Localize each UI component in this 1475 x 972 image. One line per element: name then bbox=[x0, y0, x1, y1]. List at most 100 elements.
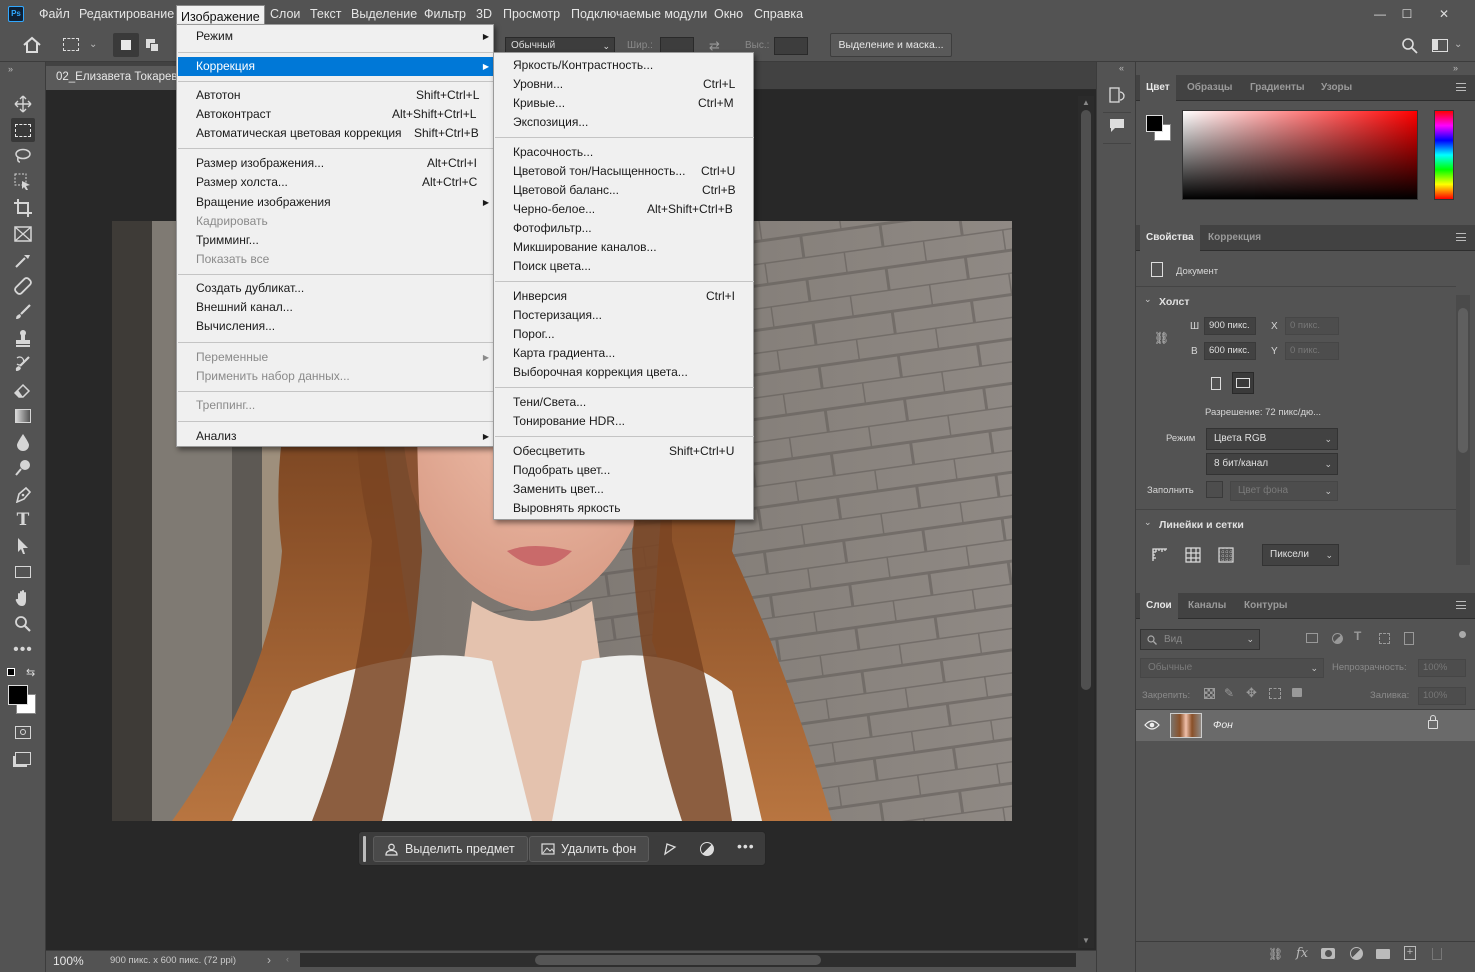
menu-item-crop[interactable]: Кадрировать bbox=[178, 212, 494, 231]
fill-color-swatch[interactable] bbox=[1206, 481, 1223, 498]
menu-edit[interactable]: Редактирование bbox=[74, 0, 179, 29]
brush-tool-icon[interactable] bbox=[11, 300, 35, 324]
portrait-orientation-icon[interactable] bbox=[1205, 372, 1227, 394]
hue-slider[interactable] bbox=[1434, 110, 1454, 200]
landscape-orientation-icon[interactable] bbox=[1232, 372, 1254, 394]
workspace-chevron-icon[interactable]: ⌄ bbox=[1454, 39, 1462, 50]
menu-item-apply-image[interactable]: Внешний канал... bbox=[178, 298, 494, 317]
add-mask-icon[interactable] bbox=[1321, 948, 1335, 959]
healing-brush-tool-icon[interactable] bbox=[11, 274, 35, 298]
menu-item-hue-saturation[interactable]: Цветовой тон/Насыщенность... Ctrl+U bbox=[495, 162, 754, 181]
scroll-left-icon[interactable]: ‹ bbox=[286, 954, 289, 964]
scroll-up-icon[interactable]: ▲ bbox=[1082, 98, 1090, 107]
menu-help[interactable]: Справка bbox=[749, 0, 808, 29]
lock-transparency-icon[interactable] bbox=[1204, 688, 1215, 699]
tab-paths[interactable]: Контуры bbox=[1238, 593, 1293, 619]
menu-item-vibrance[interactable]: Красочность... bbox=[495, 143, 754, 162]
menu-item-color-lookup[interactable]: Поиск цвета... bbox=[495, 257, 754, 276]
color-mode-select[interactable]: Цвета RGB ⌄ bbox=[1206, 428, 1338, 450]
minimize-button[interactable]: — bbox=[1366, 4, 1394, 24]
menu-item-black-white[interactable]: Черно-белое... Alt+Shift+Ctrl+B bbox=[495, 200, 754, 219]
crop-tool-icon[interactable] bbox=[11, 196, 35, 220]
foreground-color-swatch[interactable] bbox=[8, 685, 28, 705]
menu-item-posterize[interactable]: Постеризация... bbox=[495, 306, 754, 325]
dodge-tool-icon[interactable] bbox=[11, 456, 35, 480]
bit-depth-select[interactable]: 8 бит/канал ⌄ bbox=[1206, 453, 1338, 475]
menu-item-levels[interactable]: Уровни... Ctrl+L bbox=[495, 75, 754, 94]
menu-item-color-balance[interactable]: Цветовой баланс... Ctrl+B bbox=[495, 181, 754, 200]
history-brush-tool-icon[interactable] bbox=[11, 352, 35, 376]
new-adjustment-layer-icon[interactable] bbox=[1350, 947, 1363, 960]
gradient-tool-icon[interactable] bbox=[11, 404, 35, 428]
remove-background-button[interactable]: Удалить фон bbox=[529, 836, 650, 862]
pixel-grid-icon[interactable] bbox=[1215, 544, 1237, 566]
menu-item-image-size[interactable]: Размер изображения... Alt+Ctrl+I bbox=[178, 154, 494, 173]
layer-row[interactable]: Фон bbox=[1136, 710, 1475, 741]
menu-item-photo-filter[interactable]: Фотофильтр... bbox=[495, 219, 754, 238]
canvas-width-input[interactable]: 900 пикс. bbox=[1204, 317, 1256, 335]
close-button[interactable]: ✕ bbox=[1430, 4, 1458, 24]
vertical-scroll-thumb[interactable] bbox=[1081, 110, 1091, 690]
menu-item-duplicate[interactable]: Создать дубликат... bbox=[178, 279, 494, 298]
menu-item-mode[interactable]: Режим ▶ bbox=[178, 27, 494, 46]
filter-shape-icon[interactable] bbox=[1379, 633, 1390, 644]
new-layer-icon[interactable]: + bbox=[1404, 946, 1416, 960]
height-input[interactable] bbox=[774, 37, 808, 55]
opacity-input[interactable]: 100% bbox=[1418, 659, 1466, 677]
menu-file[interactable]: Файл bbox=[34, 0, 75, 29]
new-selection-button[interactable] bbox=[113, 33, 139, 57]
more-options-icon[interactable]: ••• bbox=[737, 838, 755, 854]
quick-mask-icon[interactable] bbox=[11, 720, 35, 744]
scroll-down-icon[interactable]: ▼ bbox=[1082, 936, 1090, 945]
hand-tool-icon[interactable] bbox=[11, 586, 35, 610]
collapse-panels-icon[interactable]: » bbox=[1453, 63, 1458, 73]
drag-handle[interactable] bbox=[363, 836, 366, 862]
lasso-tool-icon[interactable] bbox=[11, 144, 35, 168]
marquee-tool-preset-icon[interactable] bbox=[63, 38, 79, 51]
rectangle-tool-icon[interactable] bbox=[11, 560, 35, 584]
menu-item-adjustments[interactable]: Коррекция ▶ bbox=[178, 57, 494, 76]
clone-stamp-tool-icon[interactable] bbox=[11, 326, 35, 350]
tab-channels[interactable]: Каналы bbox=[1182, 593, 1232, 619]
expand-dock-icon[interactable]: « bbox=[1119, 63, 1124, 73]
horizontal-scroll-thumb[interactable] bbox=[535, 955, 821, 965]
filter-smart-object-icon[interactable] bbox=[1404, 632, 1414, 645]
link-layers-icon[interactable]: ⛓ bbox=[1268, 947, 1283, 961]
default-colors-icon[interactable] bbox=[7, 668, 15, 676]
eyedropper-tool-icon[interactable] bbox=[11, 248, 35, 272]
filter-pixel-icon[interactable] bbox=[1306, 633, 1318, 643]
canvas-x-input[interactable]: 0 пикс. bbox=[1285, 317, 1339, 335]
menu-item-trap[interactable]: Треппинг... bbox=[178, 396, 494, 415]
new-group-icon[interactable] bbox=[1376, 949, 1390, 959]
menu-item-brightness-contrast[interactable]: Яркость/Контрастность... bbox=[495, 56, 754, 75]
fill-opacity-input[interactable]: 100% bbox=[1418, 687, 1466, 705]
properties-panel-menu-icon[interactable] bbox=[1456, 233, 1466, 241]
menu-view[interactable]: Просмотр bbox=[498, 0, 565, 29]
search-icon[interactable] bbox=[1401, 37, 1419, 55]
menu-item-replace-color[interactable]: Заменить цвет... bbox=[495, 480, 754, 499]
menu-item-apply-data-set[interactable]: Применить набор данных... bbox=[178, 367, 494, 386]
units-select[interactable]: Пиксели ⌄ bbox=[1262, 544, 1339, 566]
eye-icon[interactable] bbox=[1144, 719, 1160, 731]
filter-adjustment-icon[interactable] bbox=[1332, 633, 1343, 644]
menu-item-trim[interactable]: Тримминг... bbox=[178, 231, 494, 250]
blend-mode-select[interactable]: Обычные ⌄ bbox=[1140, 658, 1324, 678]
menu-item-selective-color[interactable]: Выборочная коррекция цвета... bbox=[495, 363, 754, 382]
layer-filter-select[interactable]: Вид ⌄ bbox=[1140, 629, 1260, 650]
history-icon[interactable] bbox=[1109, 86, 1125, 104]
path-selection-tool-icon[interactable] bbox=[11, 534, 35, 558]
tab-gradients[interactable]: Градиенты bbox=[1244, 75, 1311, 101]
filter-toggle[interactable] bbox=[1459, 631, 1466, 638]
lock-all-icon[interactable] bbox=[1292, 688, 1302, 697]
layer-name[interactable]: Фон bbox=[1213, 719, 1233, 731]
tab-adjustments[interactable]: Коррекция bbox=[1202, 225, 1267, 251]
delete-layer-icon[interactable] bbox=[1432, 948, 1442, 960]
menu-item-gradient-map[interactable]: Карта градиента... bbox=[495, 344, 754, 363]
menu-item-calculations[interactable]: Вычисления... bbox=[178, 317, 494, 336]
menu-item-desaturate[interactable]: Обесцветить Shift+Ctrl+U bbox=[495, 442, 754, 461]
eraser-tool-icon[interactable] bbox=[11, 378, 35, 402]
tab-patterns[interactable]: Узоры bbox=[1315, 75, 1358, 101]
canvas-y-input[interactable]: 0 пикс. bbox=[1285, 342, 1339, 360]
color-field[interactable] bbox=[1182, 110, 1418, 200]
lock-pixels-icon[interactable]: ✎ bbox=[1224, 686, 1234, 700]
